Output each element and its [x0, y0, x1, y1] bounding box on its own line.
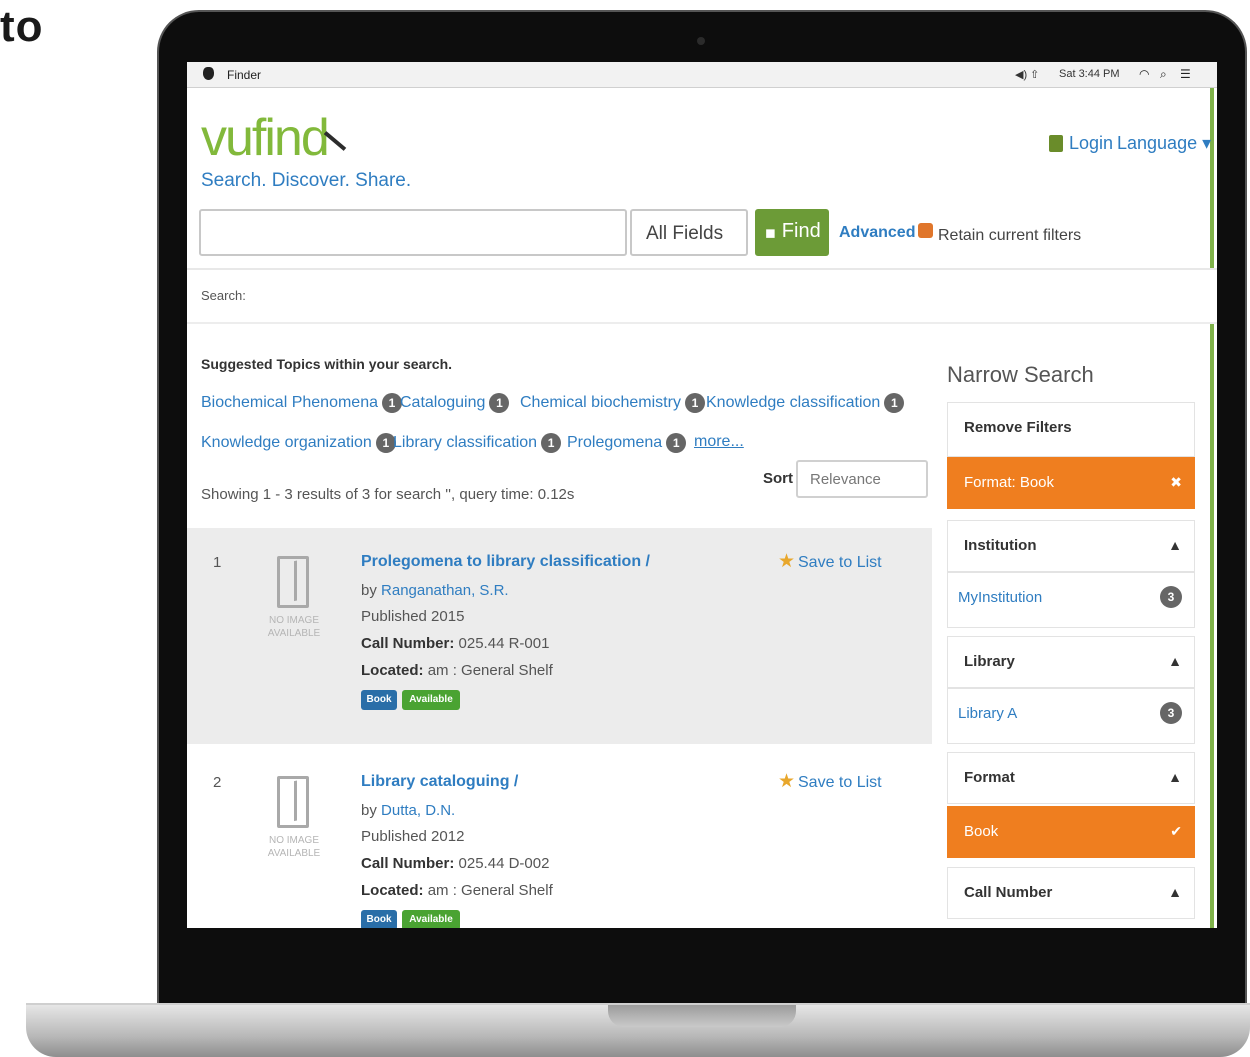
remove-filter-icon[interactable]: ✖	[1170, 474, 1182, 491]
retain-filters-label: Retain current filters	[938, 227, 1082, 244]
author-link[interactable]: Ranganathan, S.R.	[381, 582, 509, 599]
collapse-caret-icon: ▲	[1168, 653, 1182, 669]
facet-count-badge: 3	[1160, 586, 1182, 608]
facet-value-myinstitution[interactable]: MyInstitution 3	[947, 572, 1195, 628]
search-field-select[interactable]: All Fields	[630, 209, 748, 256]
more-topics-link[interactable]: more...	[694, 433, 744, 451]
result-item: 1 NO IMAGE AVAILABLE Prolegomena to libr…	[187, 528, 932, 744]
menubar-app-name[interactable]: Finder	[227, 68, 261, 82]
topic-link[interactable]: Knowledge organization 1	[201, 433, 396, 453]
retain-filters-checkbox[interactable]	[918, 223, 933, 238]
topic-link[interactable]: Cataloguing 1	[400, 393, 510, 413]
breadcrumb-bar	[187, 268, 1217, 324]
suggested-topics-heading: Suggested Topics within your search.	[201, 356, 453, 372]
sort-select[interactable]: Relevance	[796, 460, 928, 498]
tagline: Search. Discover. Share.	[201, 170, 412, 191]
side-caption: to	[0, 2, 44, 51]
topic-link[interactable]: Prolegomena 1	[567, 433, 687, 453]
vufind-logo[interactable]: vufind	[201, 108, 330, 168]
result-title-link[interactable]: Library cataloguing /	[361, 773, 518, 791]
facet-value-book-selected[interactable]: Book ✔	[947, 806, 1195, 858]
result-number: 2	[213, 774, 222, 791]
sort-label: Sort	[763, 470, 793, 487]
camera-icon	[697, 37, 705, 45]
no-image-caption: NO IMAGE AVAILABLE	[267, 615, 321, 639]
spotlight-search-icon[interactable]: ⌕	[1160, 67, 1167, 82]
topic-count-badge: 1	[684, 393, 705, 413]
facet-header-library[interactable]: Library ▲	[947, 636, 1195, 688]
topic-count-badge: 1	[382, 393, 402, 413]
find-button[interactable]: ◼ Find	[755, 209, 829, 256]
author-link[interactable]: Dutta, D.N.	[381, 802, 455, 819]
remove-filters-button[interactable]: Remove Filters	[947, 402, 1195, 457]
breadcrumb: Search:	[201, 288, 246, 303]
result-call-number: Call Number: 025.44 D-002	[361, 855, 550, 872]
laptop-notch	[608, 1005, 796, 1027]
result-number: 1	[213, 554, 222, 571]
topic-link[interactable]: Chemical biochemistry 1	[520, 393, 705, 413]
advanced-search-link[interactable]: Advanced	[839, 224, 915, 242]
topic-count-badge: 1	[884, 393, 905, 413]
active-filter-format-book[interactable]: Format: Book ✖	[947, 457, 1195, 509]
topic-link[interactable]: Biochemical Phenomena 1	[201, 393, 402, 413]
cover-thumbnail[interactable]: NO IMAGE AVAILABLE	[265, 556, 323, 652]
collapse-caret-icon: ▲	[1168, 884, 1182, 900]
result-published: Published 2015	[361, 608, 465, 625]
result-author-line: by Dutta, D.N.	[361, 802, 456, 819]
facet-value-library-a[interactable]: Library A 3	[947, 688, 1195, 744]
result-published: Published 2012	[361, 828, 465, 845]
results-summary: Showing 1 - 3 results of 3 for search ''…	[201, 486, 575, 503]
facet-header-institution[interactable]: Institution ▲	[947, 520, 1195, 572]
topic-link[interactable]: Knowledge classification 1	[706, 393, 905, 413]
format-badge: Book	[361, 690, 397, 710]
volume-icon[interactable]: ◀) ⇧	[1015, 68, 1039, 81]
facet-count-badge: 3	[1160, 702, 1182, 724]
login-link[interactable]: Login	[1069, 133, 1113, 154]
wifi-icon[interactable]: ◠	[1139, 67, 1149, 81]
notification-list-icon[interactable]: ☰	[1180, 67, 1191, 81]
login-icon[interactable]	[1049, 135, 1063, 152]
facet-header-call-number[interactable]: Call Number ▲	[947, 867, 1195, 919]
no-image-caption: NO IMAGE AVAILABLE	[267, 835, 321, 859]
mac-menubar: Finder ◀) ⇧ Sat 3:44 PM ◠ ⌕ ☰	[187, 62, 1217, 88]
availability-badge: Available	[402, 910, 460, 928]
narrow-search-title: Narrow Search	[947, 362, 1094, 387]
topic-count-badge: 1	[541, 433, 562, 453]
search-input[interactable]	[199, 209, 627, 256]
language-menu[interactable]: Language ▾	[1117, 133, 1211, 154]
star-icon[interactable]: ★	[778, 550, 795, 573]
menubar-clock[interactable]: Sat 3:44 PM	[1059, 68, 1120, 80]
result-call-number: Call Number: 025.44 R-001	[361, 635, 550, 652]
topic-count-badge: 1	[489, 393, 510, 413]
format-badge: Book	[361, 910, 397, 928]
result-location: Located: am : General Shelf	[361, 882, 553, 899]
save-to-list-link[interactable]: Save to List	[798, 774, 882, 792]
result-author-line: by Ranganathan, S.R.	[361, 582, 509, 599]
laptop-screen: Finder ◀) ⇧ Sat 3:44 PM ◠ ⌕ ☰ vufind Sea…	[187, 62, 1217, 928]
availability-badge: Available	[402, 690, 460, 710]
apple-icon[interactable]	[203, 67, 214, 80]
result-title-link[interactable]: Prolegomena to library classification /	[361, 553, 650, 571]
collapse-caret-icon: ▲	[1168, 537, 1182, 553]
collapse-caret-icon: ▲	[1168, 769, 1182, 785]
search-icon: ◼	[765, 225, 776, 240]
facet-header-format[interactable]: Format ▲	[947, 752, 1195, 804]
topic-link[interactable]: Library classification 1	[393, 433, 562, 453]
result-item: 2 NO IMAGE AVAILABLE Library cataloguing…	[187, 748, 932, 928]
star-icon[interactable]: ★	[778, 770, 795, 793]
checkmark-icon: ✔	[1170, 823, 1182, 839]
window-edge	[1210, 88, 1214, 928]
topic-count-badge: 1	[666, 433, 687, 453]
save-to-list-link[interactable]: Save to List	[798, 554, 882, 572]
result-location: Located: am : General Shelf	[361, 662, 553, 679]
find-label: Find	[781, 220, 821, 242]
cover-thumbnail[interactable]: NO IMAGE AVAILABLE	[265, 776, 323, 872]
